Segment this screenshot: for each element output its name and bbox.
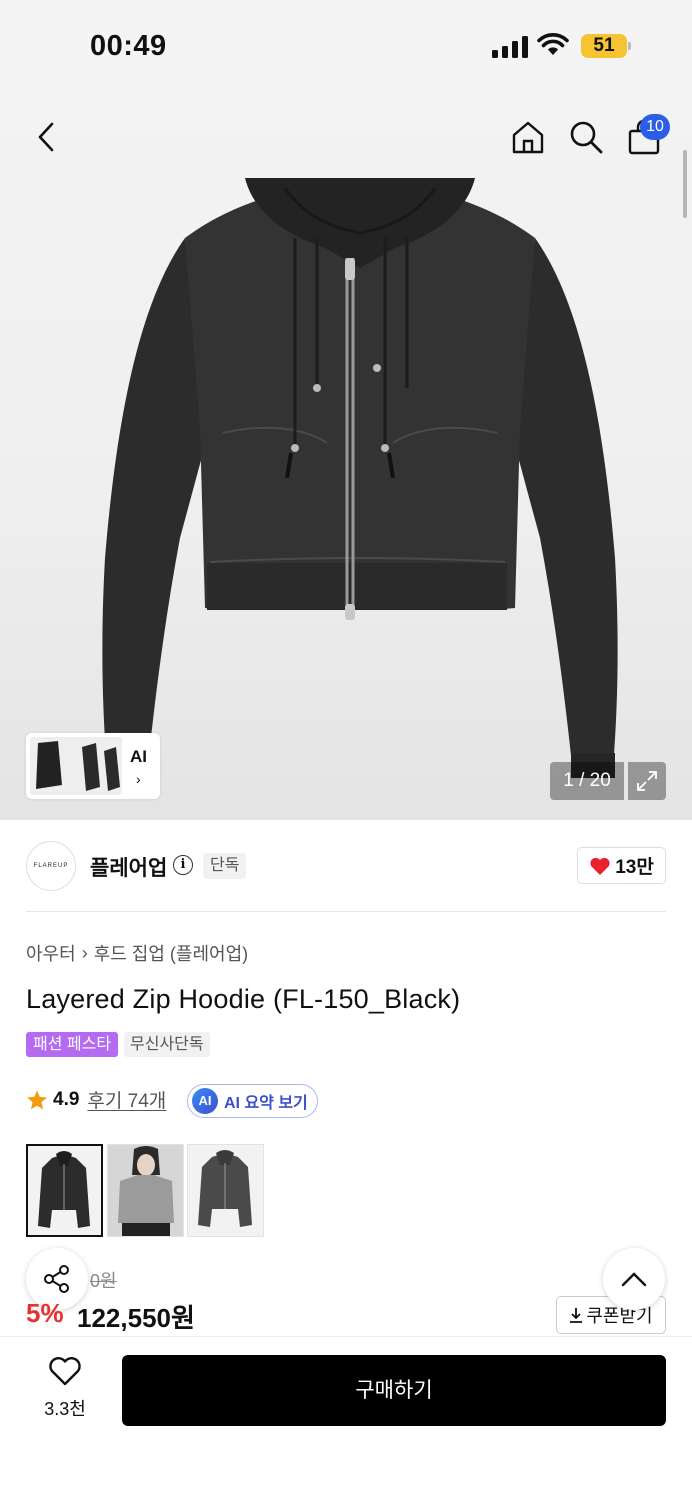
heart-filled-icon: [590, 857, 610, 875]
brand-exclusive-tag: 단독: [203, 853, 247, 879]
expand-image-button[interactable]: [628, 762, 666, 800]
cellular-signal-icon: [492, 36, 528, 58]
chevron-right-icon: ›: [81, 942, 88, 963]
scroll-indicator: [683, 150, 687, 218]
scroll-top-button[interactable]: [603, 1248, 665, 1310]
battery-indicator: 51: [581, 34, 627, 58]
share-icon: [44, 1265, 69, 1293]
star-icon: [27, 1089, 47, 1109]
home-button[interactable]: [508, 117, 548, 157]
original-price: 0원: [90, 1271, 117, 1291]
wishlist-button[interactable]: 3.3천: [30, 1356, 100, 1421]
expand-icon: [637, 771, 657, 791]
cart-count-badge: 10: [640, 114, 670, 140]
color-swatch-charcoal[interactable]: [187, 1144, 264, 1237]
heart-outline-icon: [49, 1357, 81, 1386]
brand-like-button[interactable]: 13만: [577, 847, 666, 884]
rating-row: 4.9 후기 74개: [26, 1086, 166, 1113]
review-count-link[interactable]: 후기 74개: [87, 1086, 166, 1113]
ai-summary-button[interactable]: AI AI 요약 보기: [187, 1084, 318, 1118]
brand-name[interactable]: 플레어업: [90, 852, 167, 882]
chevron-up-icon: [621, 1272, 647, 1287]
status-bar: 00:49 51: [0, 0, 692, 94]
wifi-icon: [537, 33, 569, 55]
search-button[interactable]: [566, 117, 606, 157]
product-title: Layered Zip Hoodie (FL-150_Black): [26, 984, 461, 1014]
rating-value: 4.9: [53, 1088, 80, 1110]
ai-badge-icon: AI: [192, 1088, 218, 1114]
image-counter: 1 / 20: [550, 762, 624, 800]
brand-logo[interactable]: FLAREUP: [26, 841, 76, 891]
ai-thumbnail-card[interactable]: AI ›: [26, 733, 160, 799]
search-icon: [570, 121, 603, 154]
fashion-festa-tag: 패션 페스타: [26, 1032, 119, 1057]
divider: [26, 911, 666, 912]
status-time: 00:49: [90, 30, 167, 62]
ai-summary-label: AI 요약 보기: [224, 1095, 308, 1112]
color-swatch-black[interactable]: [26, 1144, 103, 1237]
info-icon[interactable]: i: [173, 855, 193, 875]
breadcrumb-subcategory[interactable]: 후드 집업 (플레어업): [94, 940, 248, 966]
download-icon: [570, 1308, 583, 1323]
color-swatch-grey[interactable]: [107, 1144, 184, 1237]
buy-button[interactable]: 구매하기: [122, 1355, 666, 1426]
product-gallery[interactable]: 00:49 51 10 AI › 1 / 20: [0, 0, 692, 820]
back-icon: [38, 122, 54, 152]
ai-thumbnail-label: AI: [130, 747, 147, 766]
breadcrumb-category[interactable]: 아우터: [26, 940, 76, 966]
back-button[interactable]: [28, 118, 64, 156]
ai-thumbnail-image: [30, 737, 122, 795]
wishlist-count: 3.3천: [44, 1399, 86, 1419]
home-icon: [512, 121, 544, 154]
product-image[interactable]: [95, 178, 625, 800]
discount-rate: 5%: [26, 1298, 64, 1328]
sale-price: 122,550원: [77, 1303, 195, 1333]
battery-cap: [628, 42, 631, 50]
musinsa-exclusive-tag: 무신사단독: [124, 1032, 210, 1057]
chevron-right-icon: ›: [136, 771, 141, 787]
brand-like-count: 13만: [615, 857, 654, 878]
breadcrumb: 아우터 › 후드 집업 (플레어업): [26, 940, 248, 966]
